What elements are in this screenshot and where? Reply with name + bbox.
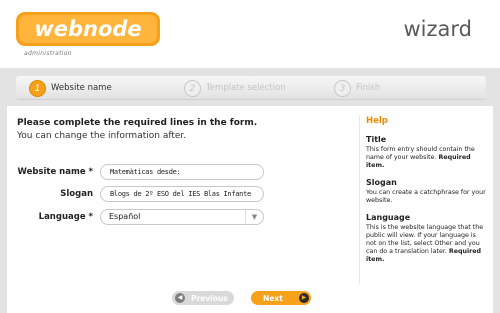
webnode-logo[interactable]: webnode	[16, 12, 160, 46]
website-name-input[interactable]: Matemàticas desde:	[100, 164, 264, 180]
language-selected-value: Español	[109, 212, 141, 221]
page-title: wizard	[403, 17, 473, 41]
help-language-heading: Language	[366, 213, 411, 222]
form-intro: Please complete the required lines in th…	[17, 118, 257, 141]
header: webnode administration wizard	[0, 0, 500, 68]
previous-button[interactable]: ◀ Previous	[172, 291, 234, 305]
next-button[interactable]: Next ▶	[251, 291, 311, 305]
step-number-3: 3	[334, 79, 351, 97]
help-title-text: This form entry should contain the name …	[366, 146, 487, 170]
step-label: Template selection	[206, 83, 286, 93]
step-finish: 3 Finish	[334, 79, 380, 97]
step-number-1: 1	[29, 79, 46, 97]
help-language-text: This is the website language that the pu…	[366, 224, 487, 264]
language-label: Language *	[38, 212, 93, 222]
next-label: Next	[263, 293, 283, 303]
logo-subtitle: administration	[24, 50, 72, 57]
step-label: Website name	[51, 83, 112, 93]
language-select[interactable]: Español ▼	[100, 209, 264, 225]
help-sidebar: Help Title This form entry should contai…	[359, 116, 487, 284]
step-label: Finish	[356, 83, 381, 93]
previous-label: Previous	[191, 293, 228, 303]
arrow-left-icon: ◀	[175, 293, 185, 303]
intro-heading: Please complete the required lines in th…	[17, 118, 258, 128]
chevron-down-icon[interactable]: ▼	[245, 210, 263, 224]
help-title-heading: Title	[366, 135, 387, 144]
website-name-label: Website name *	[17, 167, 94, 177]
step-number-2: 2	[184, 79, 201, 97]
intro-text: You can change the information after.	[17, 131, 187, 141]
svg-text:webnode: webnode	[34, 17, 141, 41]
slogan-label: Slogan	[60, 189, 93, 199]
step-template-selection: 2 Template selection	[184, 79, 286, 97]
slogan-input[interactable]: Blogs de 2º ESO del IES Blas Infante	[100, 186, 264, 202]
help-slogan-heading: Slogan	[366, 178, 397, 187]
help-slogan-text: You can create a catchphrase for your we…	[366, 189, 486, 204]
step-website-name: 1 Website name	[29, 79, 112, 97]
wizard-steps: 1 Website name 2 Template selection 3 Fi…	[16, 76, 486, 100]
content-panel: Please complete the required lines in th…	[7, 106, 493, 313]
arrow-right-icon: ▶	[299, 293, 309, 303]
help-title: Help	[366, 116, 388, 126]
